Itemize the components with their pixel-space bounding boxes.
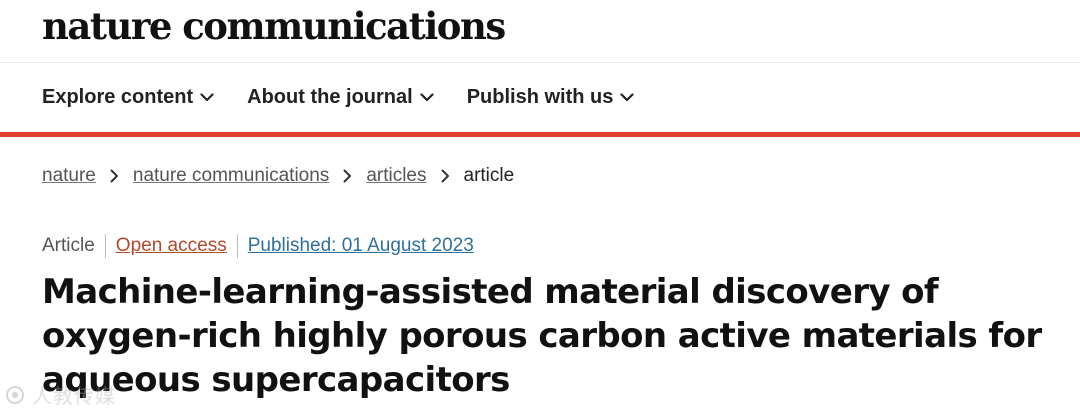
breadcrumb-link-articles[interactable]: articles (366, 165, 426, 187)
published-date-link[interactable]: Published: 01 August 2023 (238, 235, 484, 257)
article-meta: Article Open access Published: 01 August… (42, 234, 484, 258)
nav-about-the-journal[interactable]: About the journal (247, 86, 434, 109)
breadcrumb-link-nature-communications[interactable]: nature communications (133, 165, 329, 187)
main-nav: Explore content About the journal Publis… (0, 63, 1080, 132)
nav-explore-content[interactable]: Explore content (42, 86, 214, 109)
chevron-down-icon (200, 93, 214, 102)
breadcrumb-current: article (463, 165, 515, 186)
breadcrumb: nature nature communications articles ar… (42, 165, 514, 187)
article-type: Article (42, 235, 95, 256)
nav-item-label: About the journal (247, 86, 413, 108)
chevron-right-icon (110, 169, 118, 183)
article-title: Machine-learning-assisted material disco… (42, 272, 1042, 400)
journal-logo[interactable]: nature communications (42, 4, 506, 48)
chevron-down-icon (420, 93, 434, 102)
chevron-right-icon (441, 169, 449, 183)
nav-publish-with-us[interactable]: Publish with us (467, 86, 635, 109)
watermark-text: 人教传媒 (32, 386, 116, 408)
watermark-logo-icon (6, 385, 24, 404)
watermark: 人教传媒 (4, 380, 116, 409)
chevron-right-icon (343, 169, 352, 183)
chevron-down-icon (620, 93, 634, 102)
page: nature communications Explore content Ab… (0, 0, 1080, 415)
open-access-link[interactable]: Open access (106, 235, 237, 257)
breadcrumb-link-nature[interactable]: nature (42, 165, 96, 187)
accent-rule (0, 132, 1080, 137)
masthead: nature communications (0, 0, 1080, 63)
nav-item-label: Publish with us (466, 86, 614, 108)
nav-item-label: Explore content (42, 86, 194, 108)
